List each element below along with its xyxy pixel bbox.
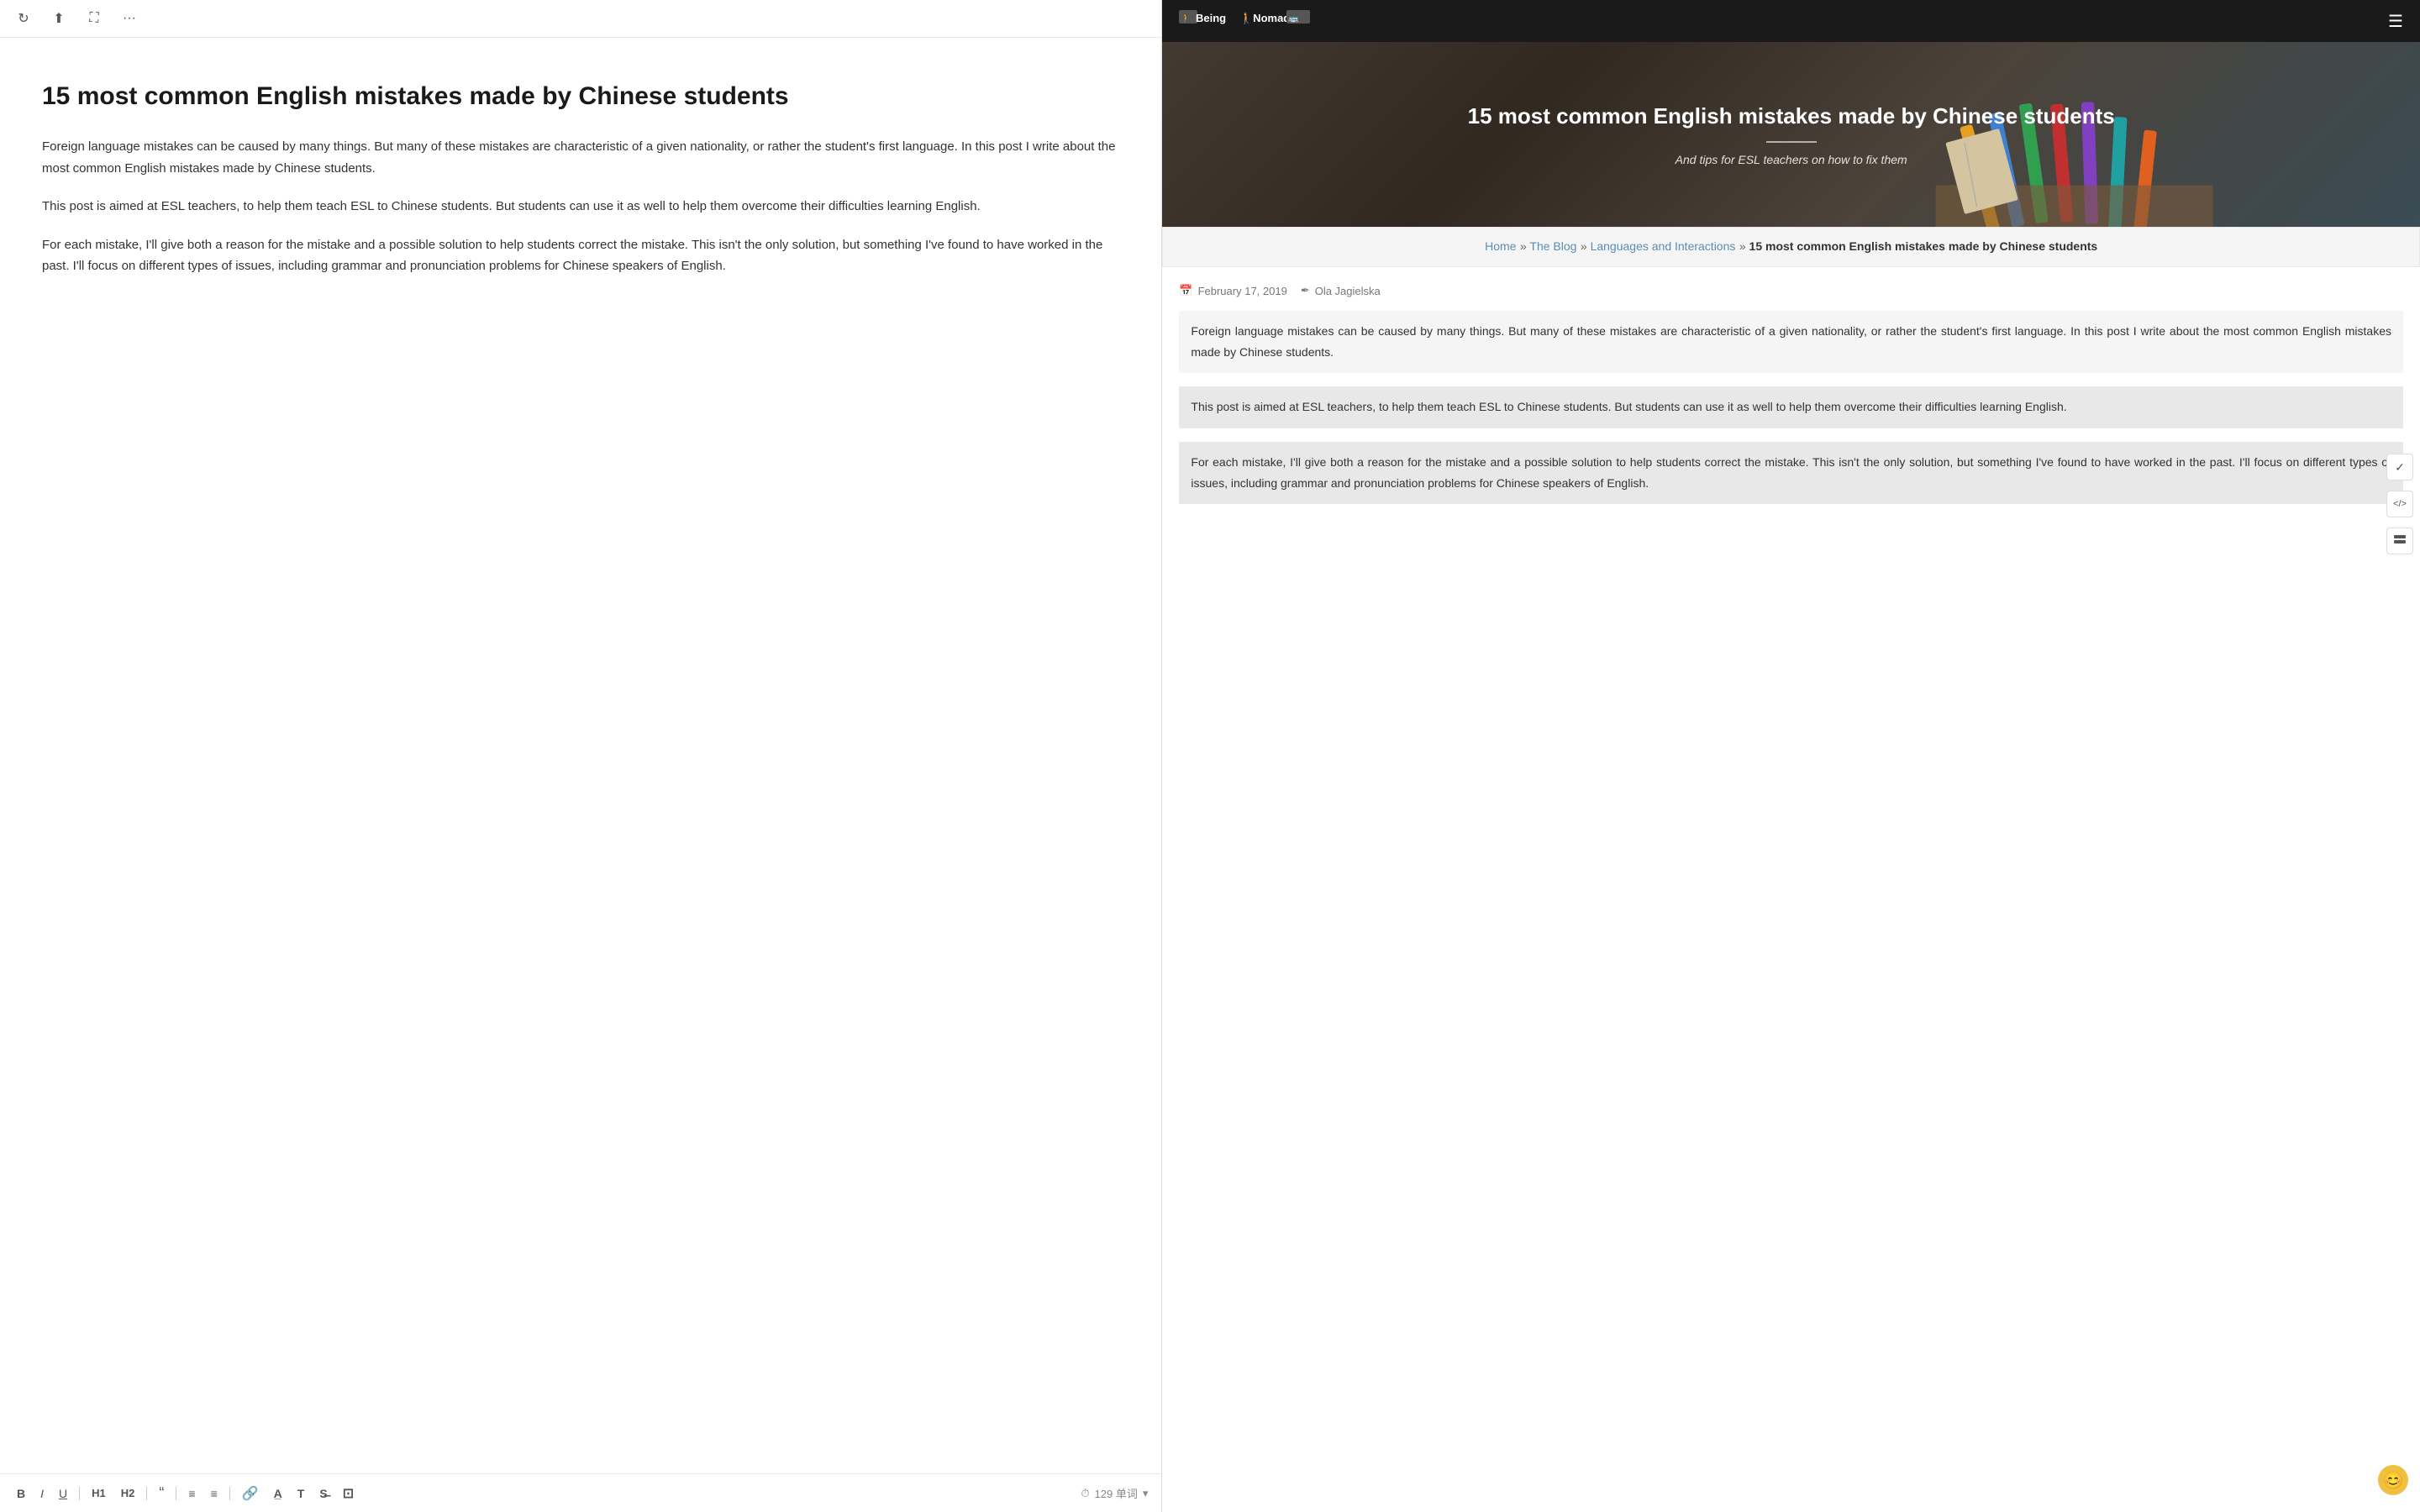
logo-text: 🚶 Being 🚶Nomad 🚌 xyxy=(1179,7,1313,36)
article-paragraph-3: For each mistake, I'll give both a reaso… xyxy=(1179,442,2403,504)
word-count-arrow[interactable]: ▾ xyxy=(1143,1487,1149,1500)
underline-button[interactable]: U xyxy=(55,1485,71,1502)
svg-text:🚌: 🚌 xyxy=(1288,14,1299,24)
article-author-item: ✒ Ola Jagielska xyxy=(1301,284,1381,297)
image-button[interactable]: ⊡ xyxy=(339,1483,357,1504)
editor-paragraph-1[interactable]: Foreign language mistakes can be caused … xyxy=(42,136,1119,179)
editor-bottom-toolbar: B I U H1 H2 “ ≡ ≡ 🔗 A̲ T S̶ ⊡ ⏱ 129 单词 ▾ xyxy=(0,1473,1161,1512)
browser-panel: 🚶 Being 🚶Nomad 🚌 ☰ xyxy=(1161,0,2420,1512)
breadcrumb-sep-2: » xyxy=(1581,239,1591,253)
editor-title[interactable]: 15 most common English mistakes made by … xyxy=(42,80,1119,113)
article-author[interactable]: Ola Jagielska xyxy=(1315,285,1381,297)
hero-divider xyxy=(1766,141,1817,143)
editor-top-toolbar: ↻ ⬆ ⛶ ··· xyxy=(0,0,1161,38)
hero-subtitle: And tips for ESL teachers on how to fix … xyxy=(1468,153,2115,166)
code-button[interactable]: </> xyxy=(2386,491,2413,517)
article-paragraph-1: Foreign language mistakes can be caused … xyxy=(1179,311,2403,373)
user-avatar[interactable]: 😊 xyxy=(2378,1465,2408,1495)
breadcrumb: Home » The Blog » Languages and Interact… xyxy=(1162,227,2420,267)
list-ol-button[interactable]: ≡ xyxy=(208,1485,221,1502)
article-date: February 17, 2019 xyxy=(1198,285,1287,297)
layer-icon xyxy=(2393,534,2407,549)
editor-panel: ↻ ⬆ ⛶ ··· 15 most common English mistake… xyxy=(0,0,1161,1512)
type-button[interactable]: T xyxy=(294,1485,308,1502)
breadcrumb-sep-3: » xyxy=(1739,239,1749,253)
check-button[interactable]: ✓ xyxy=(2386,454,2413,480)
article-meta: 📅 February 17, 2019 ✒ Ola Jagielska xyxy=(1179,284,2403,297)
word-count-display[interactable]: ⏱ 129 单词 ▾ xyxy=(1081,1485,1148,1501)
editor-content-area[interactable]: 15 most common English mistakes made by … xyxy=(0,38,1161,1512)
italic-button[interactable]: I xyxy=(37,1485,47,1502)
avatar-emoji: 😊 xyxy=(2383,1470,2404,1491)
website-content: 🚶 Being 🚶Nomad 🚌 ☰ xyxy=(1162,0,2420,1512)
breadcrumb-category[interactable]: Languages and Interactions xyxy=(1591,239,1736,253)
link-button[interactable]: 🔗 xyxy=(239,1483,262,1504)
hero-text-block: 15 most common English mistakes made by … xyxy=(1434,102,2149,166)
clock-icon: ⏱ xyxy=(1081,1487,1089,1500)
quote-button[interactable]: “ xyxy=(155,1483,167,1504)
svg-text:🚶: 🚶 xyxy=(1181,13,1191,24)
word-count-text: 129 单词 xyxy=(1095,1485,1138,1501)
heading1-button[interactable]: H1 xyxy=(88,1485,109,1501)
article-date-item: 📅 February 17, 2019 xyxy=(1179,284,1286,297)
editor-paragraph-3[interactable]: For each mistake, I'll give both a reaso… xyxy=(42,234,1119,277)
heading2-button[interactable]: H2 xyxy=(118,1485,139,1501)
floating-sidebar: ✓ </> xyxy=(2386,454,2413,554)
editor-paragraph-2[interactable]: This post is aimed at ESL teachers, to h… xyxy=(42,196,1119,218)
share-icon[interactable]: ⬆ xyxy=(49,8,69,29)
site-logo[interactable]: 🚶 Being 🚶Nomad 🚌 xyxy=(1179,7,1313,36)
hero-title: 15 most common English mistakes made by … xyxy=(1468,102,2115,131)
breadcrumb-current: 15 most common English mistakes made by … xyxy=(1749,239,2098,253)
svg-text:🚶Nomad: 🚶Nomad xyxy=(1239,12,1290,24)
layer-button[interactable] xyxy=(2386,528,2413,554)
refresh-icon[interactable]: ↻ xyxy=(13,8,34,29)
calendar-icon: 📅 xyxy=(1179,284,1192,297)
expand-icon[interactable]: ⛶ xyxy=(84,8,104,29)
author-icon: ✒ xyxy=(1301,284,1310,297)
hamburger-menu[interactable]: ☰ xyxy=(2388,11,2403,32)
check-icon: ✓ xyxy=(2395,460,2405,475)
site-navigation: 🚶 Being 🚶Nomad 🚌 ☰ xyxy=(1162,0,2420,42)
toolbar-divider-1 xyxy=(79,1487,80,1500)
breadcrumb-blog[interactable]: The Blog xyxy=(1529,239,1576,253)
list-ul-button[interactable]: ≡ xyxy=(185,1485,198,1502)
article-body: 📅 February 17, 2019 ✒ Ola Jagielska Fore… xyxy=(1162,267,2420,534)
toolbar-divider-4 xyxy=(229,1487,230,1500)
hero-section: 15 most common English mistakes made by … xyxy=(1162,42,2420,227)
bold-button[interactable]: B xyxy=(13,1485,29,1502)
code-icon: </> xyxy=(2393,499,2407,509)
breadcrumb-home[interactable]: Home xyxy=(1485,239,1516,253)
article-paragraph-2: This post is aimed at ESL teachers, to h… xyxy=(1179,386,2403,428)
underline2-button[interactable]: A̲ xyxy=(271,1485,286,1502)
toolbar-divider-2 xyxy=(146,1487,147,1500)
breadcrumb-sep-1: » xyxy=(1520,239,1529,253)
more-icon[interactable]: ··· xyxy=(119,8,139,29)
svg-text:Being: Being xyxy=(1196,12,1226,24)
strikethrough-button[interactable]: S̶ xyxy=(316,1485,330,1502)
